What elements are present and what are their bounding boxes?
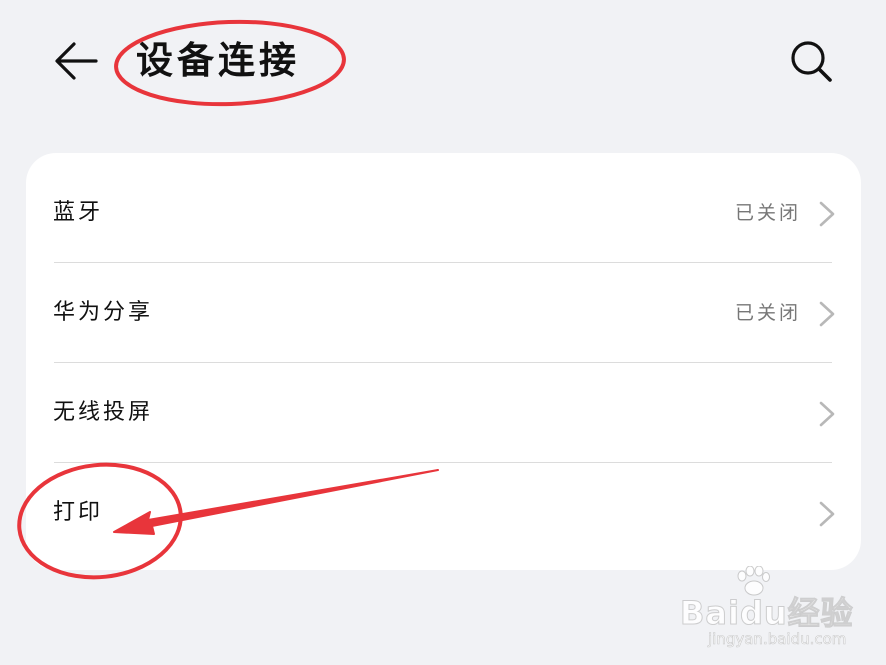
settings-item-status: 已关闭	[734, 202, 801, 224]
back-button[interactable]	[48, 36, 104, 86]
chevron-right-icon	[819, 301, 835, 327]
settings-item-label: 华为分享	[53, 300, 154, 325]
settings-item-label: 无线投屏	[53, 400, 154, 425]
paw-icon	[737, 566, 770, 596]
search-icon	[791, 41, 832, 82]
header: 设备连接	[0, 0, 886, 130]
settings-item-status: 已关闭	[734, 302, 801, 324]
arrow-left-icon	[55, 42, 98, 80]
chevron-right-icon	[819, 501, 835, 527]
settings-item-label: 打印	[53, 500, 104, 525]
chevron-right-icon	[819, 201, 835, 227]
settings-item-wireless-projection[interactable]: 无线投屏	[26, 363, 861, 463]
chevron-right-icon	[819, 401, 835, 427]
page-title: 设备连接	[136, 39, 300, 82]
settings-item-bluetooth[interactable]: 蓝牙 已关闭	[26, 163, 861, 263]
device-connection-screen: 设备连接 蓝牙 已关闭 华为分享 已关闭 无线投屏 打印 Baidu经验 jin…	[0, 0, 886, 665]
settings-item-label: 蓝牙	[53, 200, 104, 225]
search-button[interactable]	[786, 36, 836, 86]
watermark-url: jingyan.baidu.com	[708, 630, 847, 649]
settings-item-print[interactable]: 打印	[26, 463, 861, 563]
settings-item-huawei-share[interactable]: 华为分享 已关闭	[26, 263, 861, 363]
baidu-watermark: Baidu经验 jingyan.baidu.com	[680, 566, 870, 656]
watermark-brand: Baidu经验	[680, 594, 854, 633]
settings-card: 蓝牙 已关闭 华为分享 已关闭 无线投屏 打印	[26, 153, 861, 570]
